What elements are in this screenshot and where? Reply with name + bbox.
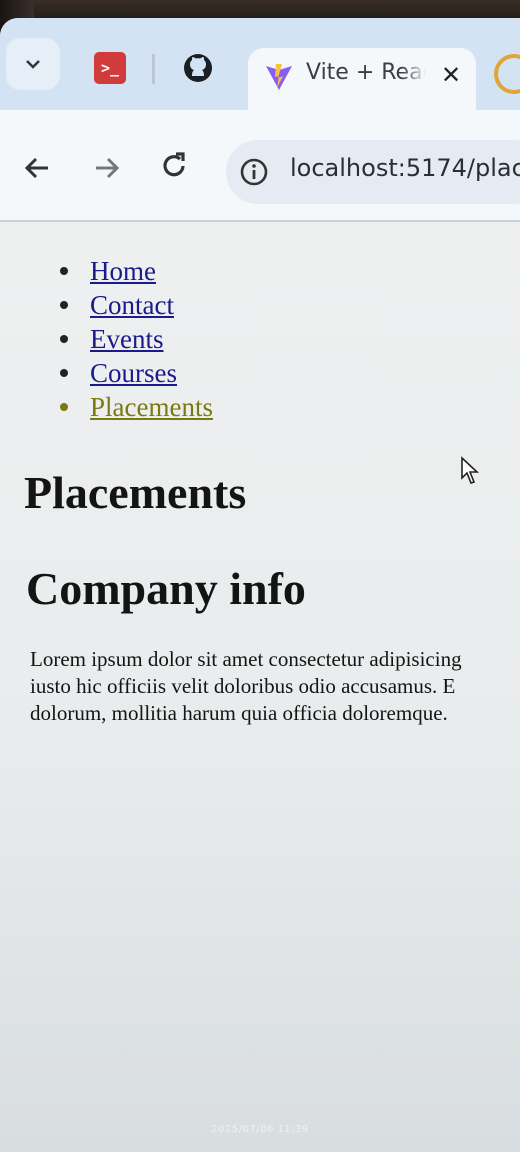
bullet-icon <box>60 369 68 377</box>
browser-window: >_ Vite + React ✕ <box>0 18 520 1152</box>
paragraph-line: Lorem ipsum dolor sit amet consectetur a… <box>30 647 462 671</box>
photo-timestamp: 2025/07/06 11:39 <box>211 1124 309 1135</box>
section-title: Company info <box>26 563 306 614</box>
tab-divider <box>152 54 155 84</box>
bullet-icon <box>60 335 68 343</box>
page-title: Placements <box>24 467 247 518</box>
bullet-icon <box>60 267 68 275</box>
forward-arrow-icon[interactable] <box>88 150 124 186</box>
paragraph: Lorem ipsum dolor sit amet consectetur a… <box>30 646 520 727</box>
close-icon[interactable]: ✕ <box>436 60 466 90</box>
address-bar[interactable]: localhost:5174/placements <box>226 140 520 204</box>
browser-toolbar: localhost:5174/placements <box>0 110 520 222</box>
nav-item-placements: Placements <box>56 390 213 424</box>
nav-item-events: Events <box>56 322 213 356</box>
chrome-tab-icon[interactable] <box>494 54 520 94</box>
nav-item-home: Home <box>56 254 213 288</box>
back-arrow-icon[interactable] <box>20 150 56 186</box>
github-icon[interactable] <box>182 52 214 84</box>
tab-title: Vite + React <box>306 60 426 85</box>
bullet-icon <box>60 403 68 411</box>
reload-icon[interactable] <box>156 148 192 184</box>
tab-active[interactable]: Vite + React ✕ <box>248 48 476 112</box>
info-icon[interactable] <box>238 156 270 188</box>
nav-list: Home Contact Events Courses Placements <box>56 254 213 424</box>
nav-link-home[interactable]: Home <box>90 256 156 286</box>
nav-link-placements[interactable]: Placements <box>90 392 213 422</box>
paragraph-line: iusto hic officiis velit doloribus odio … <box>30 674 456 698</box>
nav-link-courses[interactable]: Courses <box>90 358 177 388</box>
nav-item-courses: Courses <box>56 356 213 390</box>
mouse-pointer-icon <box>461 456 480 484</box>
nav-item-contact: Contact <box>56 288 213 322</box>
chevron-down-icon <box>26 60 40 69</box>
url-text[interactable]: localhost:5174/placements <box>290 154 520 190</box>
terminal-tab-icon[interactable]: >_ <box>94 52 126 84</box>
vite-logo-icon <box>266 64 292 90</box>
tab-search-button[interactable] <box>6 38 60 90</box>
paragraph-line: dolorum, mollitia harum quia officia dol… <box>30 701 448 725</box>
nav-link-contact[interactable]: Contact <box>90 290 174 320</box>
tab-strip: >_ Vite + React ✕ <box>0 18 520 112</box>
nav-link-events[interactable]: Events <box>90 324 164 354</box>
page-viewport: Home Contact Events Courses Placements P… <box>0 222 520 1152</box>
bullet-icon <box>60 301 68 309</box>
